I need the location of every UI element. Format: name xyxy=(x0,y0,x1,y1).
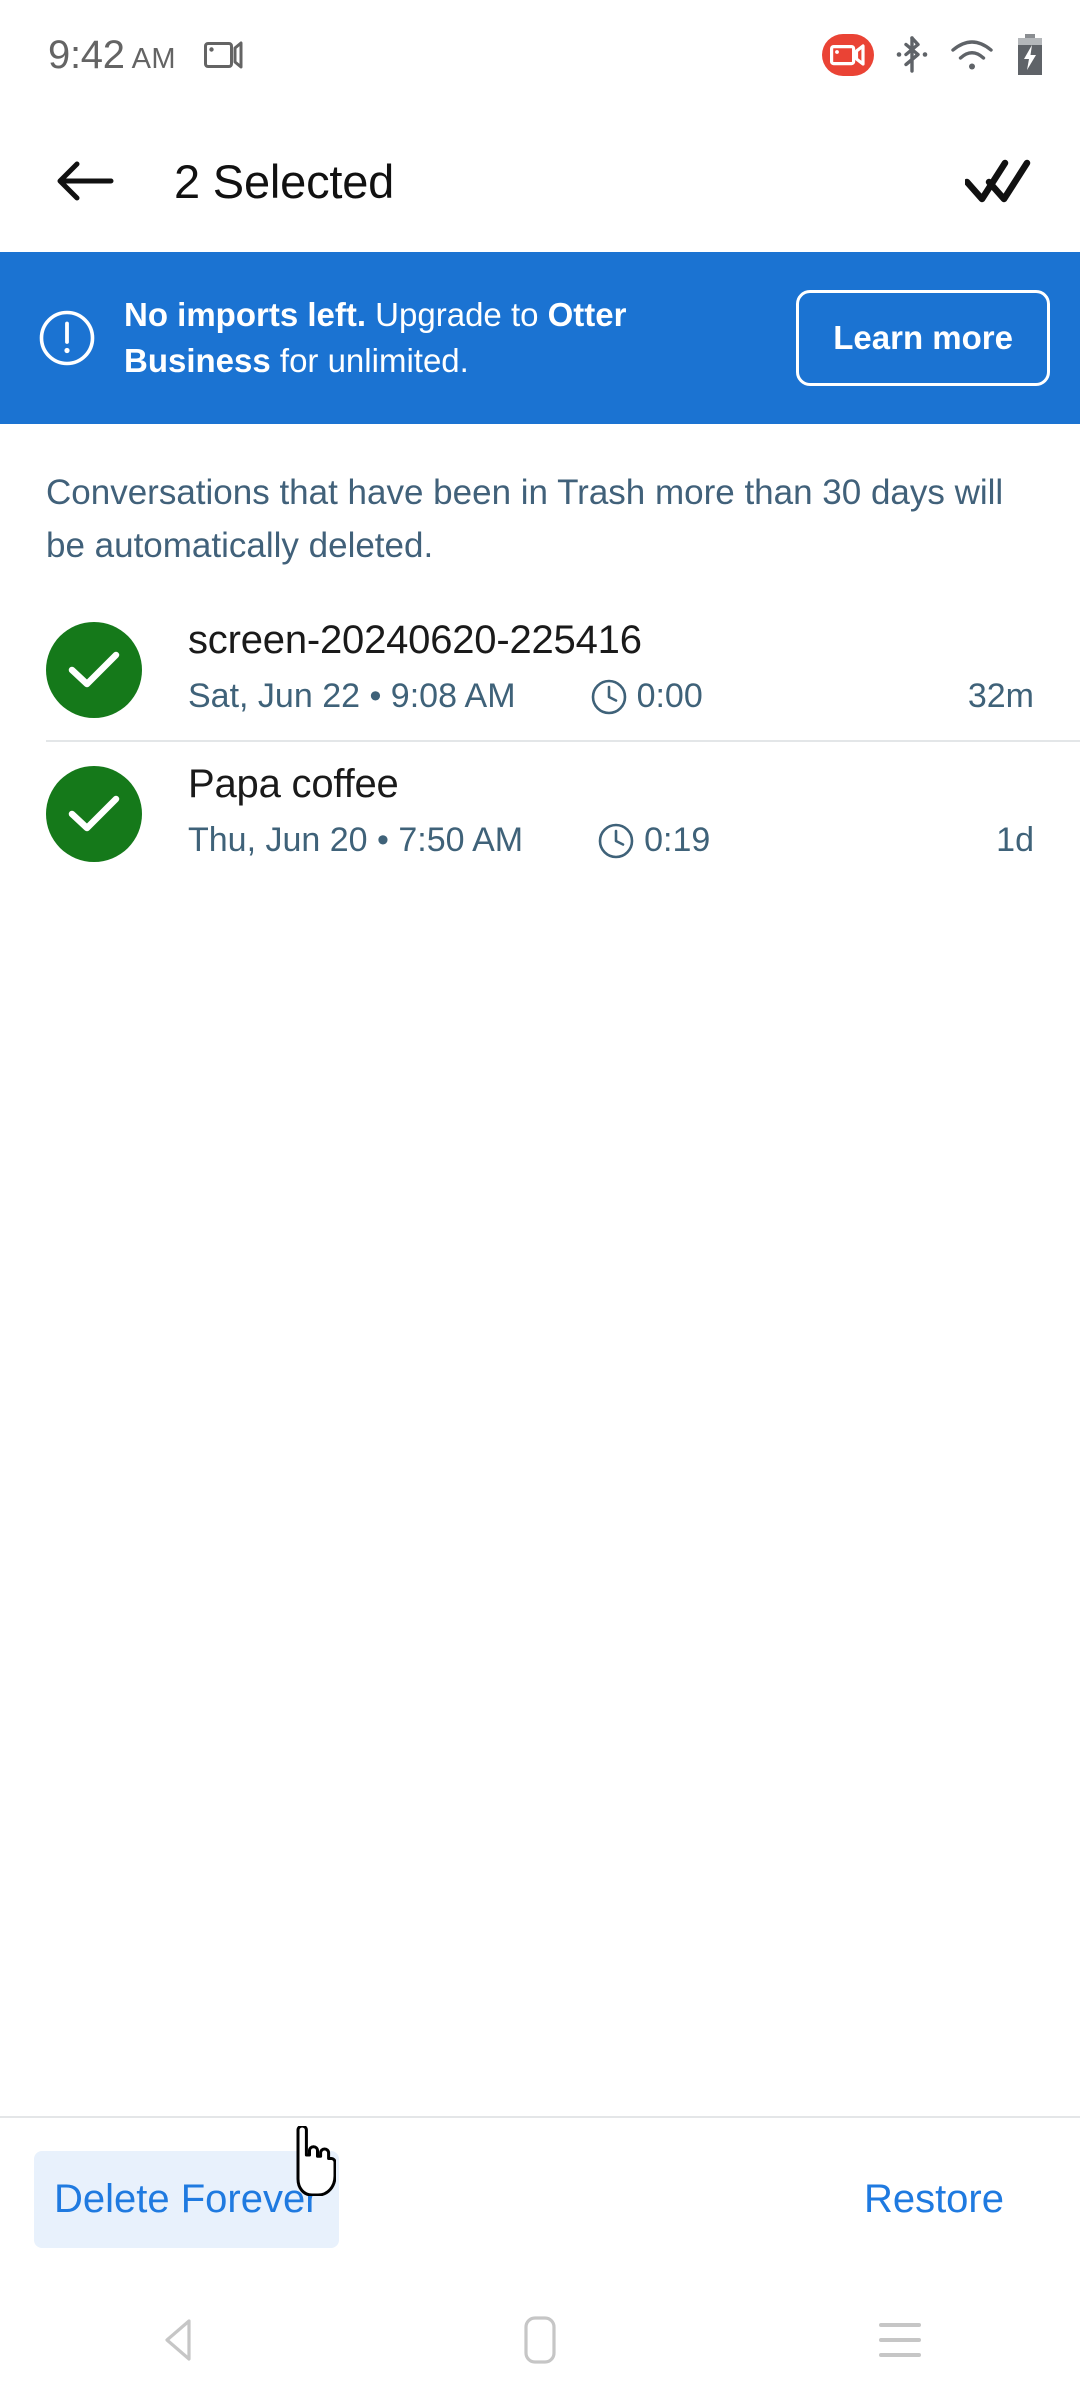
select-all-double-check-icon xyxy=(965,157,1031,205)
trash-content: Conversations that have been in Trash mo… xyxy=(0,424,1080,2116)
conversation-duration: 0:00 xyxy=(590,677,703,716)
upgrade-banner-text: No imports left. Upgrade to Otter Busine… xyxy=(124,292,770,384)
conversation-title: screen-20240620-225416 xyxy=(188,618,642,662)
conversation-date: Thu, Jun 20 • 7:50 AM xyxy=(188,821,524,859)
learn-more-button[interactable]: Learn more xyxy=(796,290,1050,386)
back-arrow-icon xyxy=(56,158,114,204)
conversation-meta: Sat, Jun 22 • 9:08 AM 0:00 32m xyxy=(188,677,1034,716)
check-icon xyxy=(67,793,121,835)
status-bar-time-value: 9:42 xyxy=(48,32,125,77)
conversation-age: 32m xyxy=(967,677,1034,715)
conversation-duration-value: 0:19 xyxy=(644,821,711,859)
back-button[interactable] xyxy=(48,144,122,218)
bottom-action-bar: Delete Forever Restore xyxy=(0,2116,1080,2280)
banner-normal-2: for unlimited. xyxy=(270,342,469,379)
phone-screen: 9:42 AM 2 Selected No imports left. Upgr… xyxy=(0,0,1080,2400)
page-title: 2 Selected xyxy=(174,154,395,208)
nav-home-icon xyxy=(522,2315,558,2365)
conversation-meta: Thu, Jun 20 • 7:50 AM 0:19 1d xyxy=(188,821,1034,860)
status-bar-ampm: AM xyxy=(131,42,176,75)
select-all-button[interactable] xyxy=(960,143,1036,219)
trash-retention-note: Conversations that have been in Trash mo… xyxy=(46,473,1004,565)
screencast-icon xyxy=(203,40,244,70)
nav-back-button[interactable] xyxy=(120,2290,240,2390)
conversation-title: Papa coffee xyxy=(188,762,399,806)
conversation-duration: 0:19 xyxy=(597,821,710,860)
list-item[interactable]: screen-20240620-225416 Sat, Jun 22 • 9:0… xyxy=(0,596,1080,740)
list-item[interactable]: Papa coffee Thu, Jun 20 • 7:50 AM 0:19 1… xyxy=(0,740,1080,884)
status-bar: 9:42 AM xyxy=(0,0,1080,110)
nav-back-triangle-icon xyxy=(159,2316,201,2364)
restore-button[interactable]: Restore xyxy=(844,2151,1024,2248)
screen-recording-icon xyxy=(822,34,874,76)
selection-checkbox[interactable] xyxy=(46,766,142,862)
wifi-icon xyxy=(950,37,994,73)
clock-icon xyxy=(590,678,628,716)
conversation-age: 1d xyxy=(996,821,1034,859)
conversation-list: screen-20240620-225416 Sat, Jun 22 • 9:0… xyxy=(0,596,1080,884)
battery-charging-icon xyxy=(1016,33,1044,77)
banner-bold-1: No imports left. xyxy=(124,296,367,333)
android-navigation-bar xyxy=(0,2280,1080,2400)
list-item-body: screen-20240620-225416 Sat, Jun 22 • 9:0… xyxy=(188,618,1034,716)
status-bar-left: 9:42 AM xyxy=(48,33,244,78)
selection-checkbox[interactable] xyxy=(46,622,142,718)
conversation-date: Sat, Jun 22 • 9:08 AM xyxy=(188,677,516,715)
clock-icon xyxy=(597,822,635,860)
nav-recents-icon xyxy=(879,2323,921,2357)
upgrade-banner: No imports left. Upgrade to Otter Busine… xyxy=(0,252,1080,424)
list-item-body: Papa coffee Thu, Jun 20 • 7:50 AM 0:19 1… xyxy=(188,762,1034,860)
status-bar-right xyxy=(822,33,1044,77)
banner-normal-1: Upgrade to xyxy=(366,296,548,333)
conversation-duration-value: 0:00 xyxy=(636,677,703,715)
app-bar: 2 Selected xyxy=(0,110,1080,252)
nav-recents-button[interactable] xyxy=(840,2290,960,2390)
delete-forever-button[interactable]: Delete Forever xyxy=(34,2150,339,2248)
bluetooth-icon xyxy=(896,35,928,75)
nav-home-button[interactable] xyxy=(480,2290,600,2390)
check-icon xyxy=(67,649,121,691)
status-bar-clock: 9:42 AM xyxy=(48,33,176,78)
alert-circle-icon xyxy=(36,309,98,367)
